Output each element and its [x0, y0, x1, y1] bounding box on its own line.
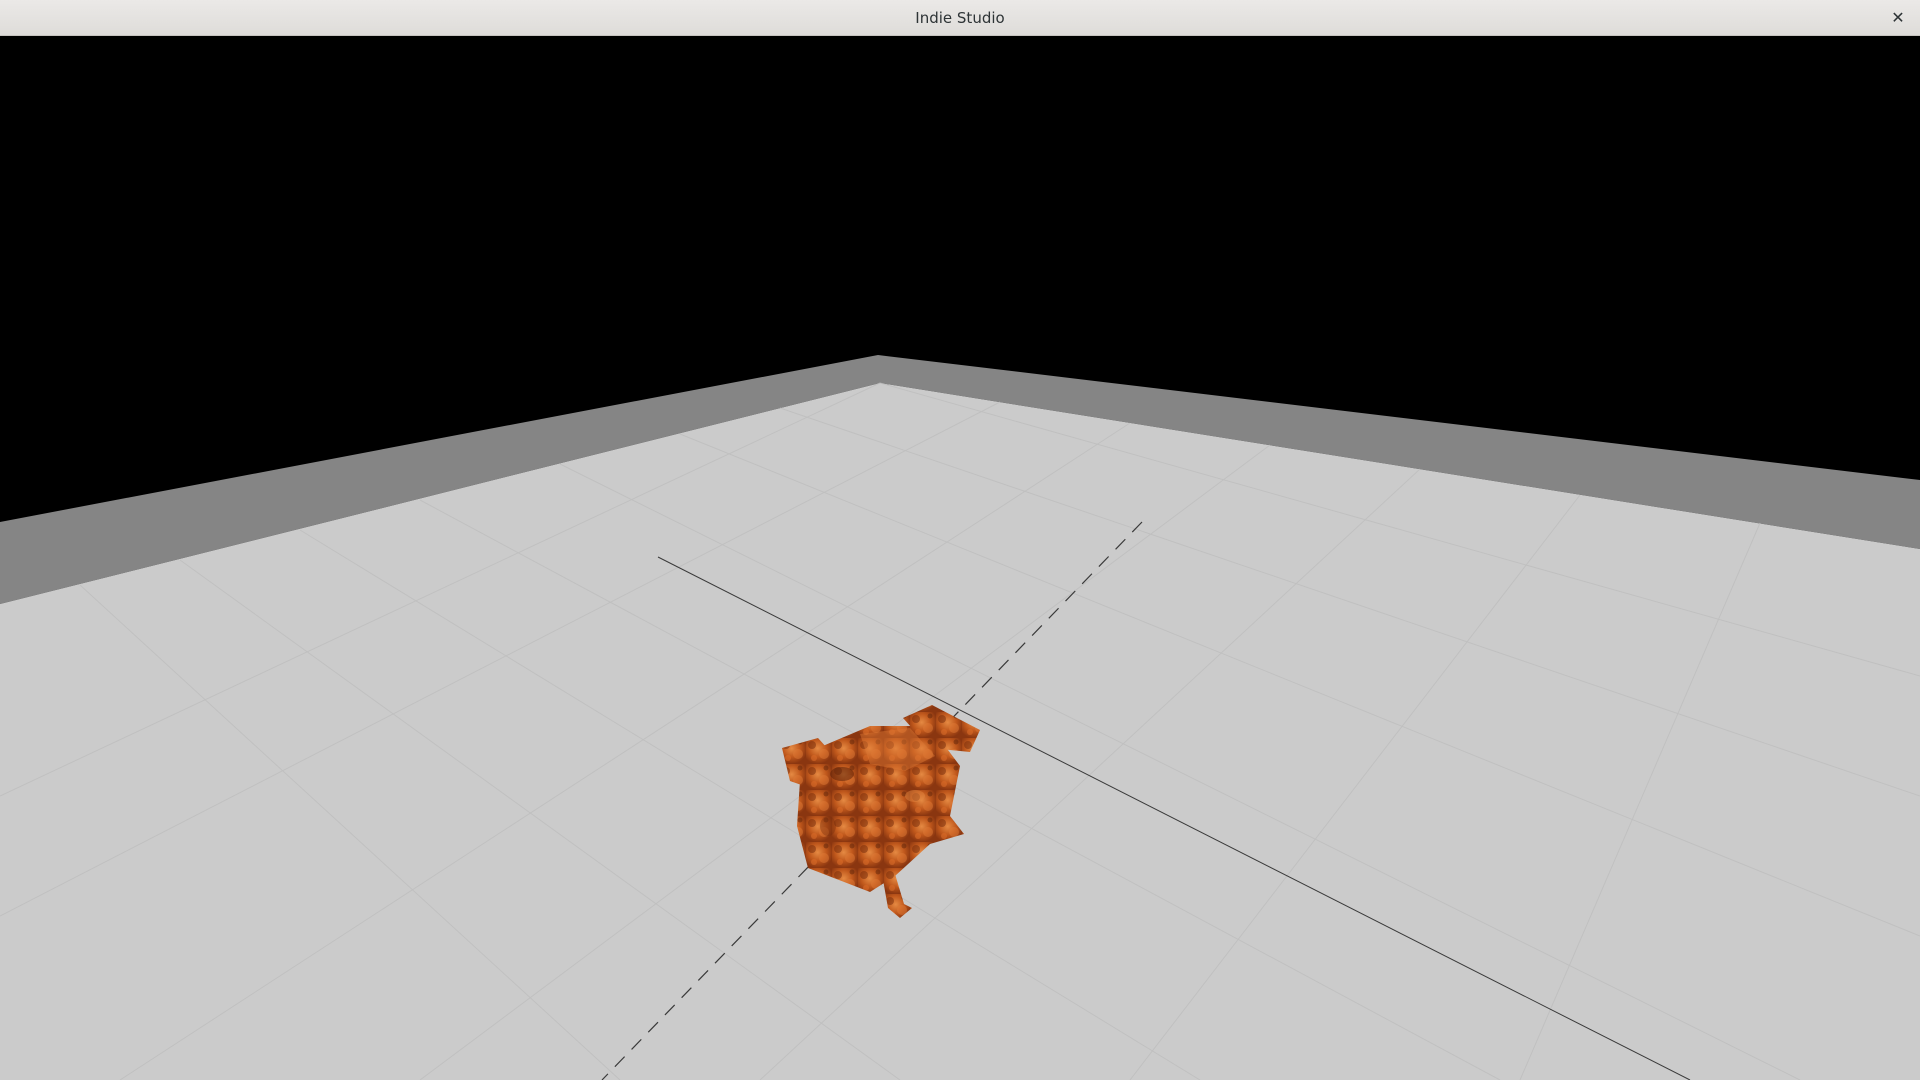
close-icon[interactable]: ✕ — [1884, 4, 1912, 32]
app-window: Indie Studio ✕ — [0, 0, 1920, 1080]
scene-canvas — [0, 355, 1920, 1080]
game-viewport[interactable] — [0, 36, 1920, 1080]
character-spot — [905, 790, 925, 802]
title-bar[interactable]: Indie Studio ✕ — [0, 0, 1920, 36]
character-spot — [820, 816, 836, 836]
character-spot — [830, 767, 854, 781]
window-title: Indie Studio — [915, 9, 1005, 27]
